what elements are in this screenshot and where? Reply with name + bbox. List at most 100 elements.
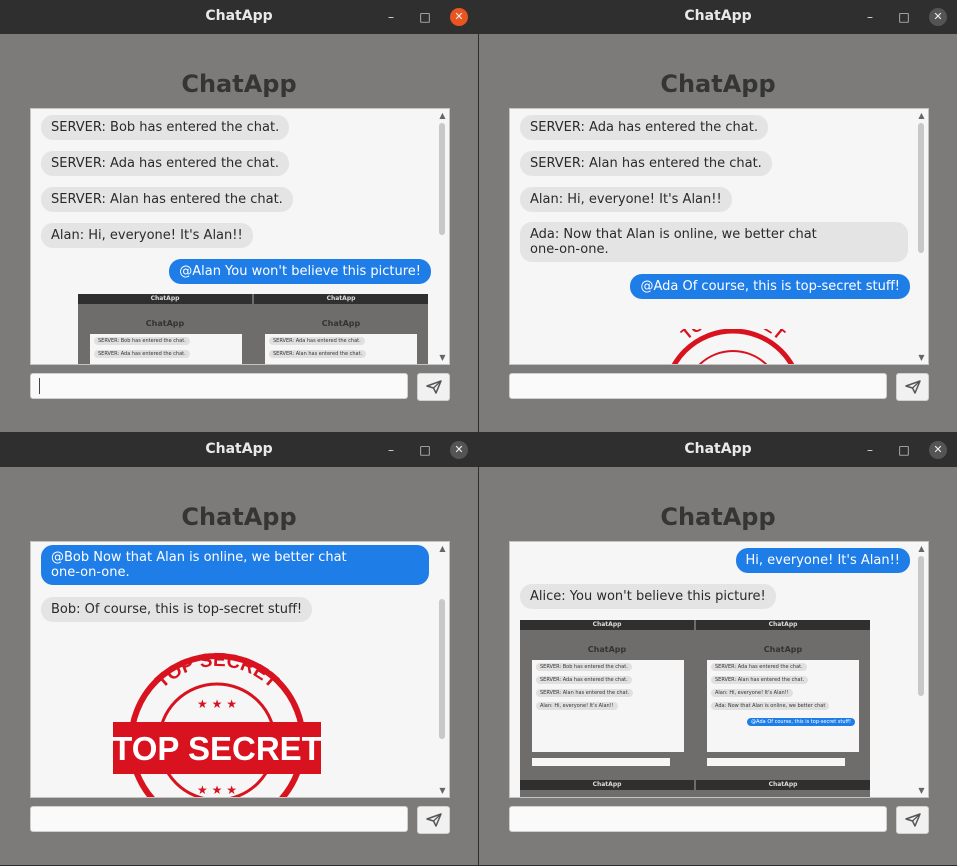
minimize-icon[interactable]: – bbox=[382, 8, 400, 26]
thumb-panel: SERVER: Ada has entered the chat. SERVER… bbox=[707, 660, 859, 752]
close-icon[interactable]: ✕ bbox=[929, 441, 947, 459]
message-bubble: SERVER: Ada has entered the chat. bbox=[520, 115, 768, 140]
thumb-message: SERVER: Bob has entered the chat. bbox=[94, 337, 190, 345]
stamp-banner-text: TOP SECRET bbox=[112, 730, 322, 767]
thumb-input bbox=[532, 758, 670, 766]
title-bar[interactable]: ChatApp – □ ✕ bbox=[479, 0, 957, 34]
chat-window-1: ChatApp – □ ✕ ChatApp SERVER: Bob has en… bbox=[0, 0, 478, 432]
thumb-app-title: ChatApp bbox=[587, 645, 627, 654]
chat-window-3: ChatApp – □ ✕ ChatApp @Bob Now that Alan… bbox=[0, 433, 478, 865]
send-icon bbox=[426, 813, 442, 827]
scroll-up-icon[interactable]: ▲ bbox=[917, 111, 926, 120]
chat-window-4: ChatApp – □ ✕ ChatApp Hi, everyone! It's… bbox=[479, 433, 957, 865]
scrollbar[interactable]: ▲ ▼ bbox=[917, 544, 926, 795]
text-caret bbox=[39, 378, 40, 394]
thumb-title-bar: ChatApp bbox=[254, 294, 428, 304]
chat-window-2: ChatApp – □ ✕ ChatApp SERVER: Ada has en… bbox=[479, 0, 957, 432]
window-title: ChatApp bbox=[205, 441, 273, 457]
scroll-up-icon[interactable]: ▲ bbox=[438, 111, 447, 120]
scroll-down-icon[interactable]: ▼ bbox=[917, 353, 926, 362]
scroll-down-icon[interactable]: ▼ bbox=[438, 786, 447, 795]
thumb-input bbox=[707, 758, 845, 766]
message-input[interactable] bbox=[30, 806, 408, 832]
shared-image[interactable]: ChatApp ChatApp ChatApp ChatApp SERVER: … bbox=[78, 294, 428, 364]
scrollbar[interactable]: ▲ ▼ bbox=[438, 111, 447, 362]
window-title: ChatApp bbox=[684, 8, 752, 24]
send-button[interactable] bbox=[417, 373, 450, 401]
scroll-up-icon[interactable]: ▲ bbox=[438, 544, 447, 553]
scrollbar[interactable]: ▲ ▼ bbox=[438, 544, 447, 795]
scroll-down-icon[interactable]: ▼ bbox=[917, 786, 926, 795]
minimize-icon[interactable]: – bbox=[861, 8, 879, 26]
title-bar[interactable]: ChatApp – □ ✕ bbox=[0, 433, 478, 467]
own-message-bubble: @Alan You won't believe this picture! bbox=[169, 259, 431, 284]
message-list[interactable]: @Bob Now that Alan is online, we better … bbox=[30, 541, 450, 798]
thumb-panel: SERVER: Bob has entered the chat. SERVER… bbox=[90, 334, 242, 364]
scroll-thumb[interactable] bbox=[439, 123, 445, 235]
minimize-icon[interactable]: – bbox=[861, 441, 879, 459]
thumb-app-title: ChatApp bbox=[763, 645, 803, 654]
top-secret-stamp-image[interactable]: TOP SECRET ★ ★ ★ TOP SECRET ★ ★ ★ bbox=[111, 650, 323, 798]
own-message-bubble: @Ada Of course, this is top-secret stuff… bbox=[630, 274, 910, 299]
message-input[interactable] bbox=[30, 373, 408, 399]
svg-text:★ ★ ★: ★ ★ ★ bbox=[197, 697, 237, 711]
maximize-icon[interactable]: □ bbox=[895, 8, 913, 26]
thumb-title-bar: ChatApp bbox=[520, 780, 694, 790]
thumb-message: Alan: Hi, everyone! It's Alan!! bbox=[711, 689, 793, 697]
own-message-bubble: Hi, everyone! It's Alan!! bbox=[735, 548, 910, 573]
svg-text:★ ★ ★: ★ ★ ★ bbox=[197, 783, 237, 797]
thumb-app-title: ChatApp bbox=[145, 319, 185, 328]
stamp-arc-text: TOP SECRET bbox=[152, 650, 282, 693]
scroll-up-icon[interactable]: ▲ bbox=[917, 544, 926, 553]
thumb-message: Ada: Now that Alan is online, we better … bbox=[711, 702, 830, 710]
maximize-icon[interactable]: □ bbox=[895, 441, 913, 459]
thumb-message: SERVER: Ada has entered the chat. bbox=[269, 337, 365, 345]
message-list[interactable]: Hi, everyone! It's Alan!! Alice: You won… bbox=[509, 541, 929, 798]
scroll-down-icon[interactable]: ▼ bbox=[438, 353, 447, 362]
close-icon[interactable]: ✕ bbox=[450, 8, 468, 26]
maximize-icon[interactable]: □ bbox=[416, 441, 434, 459]
send-button[interactable] bbox=[896, 373, 929, 401]
thumb-title-bar: ChatApp bbox=[696, 780, 870, 790]
app-title: ChatApp bbox=[181, 503, 297, 531]
send-button[interactable] bbox=[896, 806, 929, 834]
own-message-bubble: @Bob Now that Alan is online, we better … bbox=[41, 545, 429, 585]
message-bubble: Alice: You won't believe this picture! bbox=[520, 584, 776, 609]
message-bubble: Bob: Of course, this is top-secret stuff… bbox=[41, 597, 313, 622]
app-title: ChatApp bbox=[181, 70, 297, 98]
message-bubble: Ada: Now that Alan is online, we better … bbox=[520, 222, 908, 262]
send-button[interactable] bbox=[417, 806, 450, 834]
thumb-message: SERVER: Ada has entered the chat. bbox=[711, 663, 807, 671]
close-icon[interactable]: ✕ bbox=[929, 8, 947, 26]
message-bubble: SERVER: Ada has entered the chat. bbox=[41, 151, 289, 176]
title-bar[interactable]: ChatApp – □ ✕ bbox=[479, 433, 957, 467]
thumb-title-bar: ChatApp bbox=[696, 620, 870, 630]
send-icon bbox=[905, 813, 921, 827]
thumb-panel: SERVER: Bob has entered the chat. SERVER… bbox=[532, 660, 684, 752]
thumb-panel: SERVER: Ada has entered the chat. SERVER… bbox=[265, 334, 417, 364]
scroll-thumb[interactable] bbox=[918, 556, 924, 696]
message-list[interactable]: SERVER: Bob has entered the chat. SERVER… bbox=[30, 108, 450, 365]
minimize-icon[interactable]: – bbox=[382, 441, 400, 459]
thumb-title-bar: ChatApp bbox=[78, 294, 252, 304]
close-icon[interactable]: ✕ bbox=[450, 441, 468, 459]
message-bubble: SERVER: Alan has entered the chat. bbox=[520, 151, 772, 176]
title-bar[interactable]: ChatApp – □ ✕ bbox=[0, 0, 478, 34]
thumb-message: SERVER: Alan has entered the chat. bbox=[711, 676, 809, 684]
message-bubble: Alan: Hi, everyone! It's Alan!! bbox=[520, 187, 732, 212]
maximize-icon[interactable]: □ bbox=[416, 8, 434, 26]
message-bubble: SERVER: Alan has entered the chat. bbox=[41, 187, 293, 212]
thumb-message: SERVER: Ada has entered the chat. bbox=[536, 676, 632, 684]
shared-image[interactable]: ChatApp ChatApp ChatApp ChatApp SERVER: … bbox=[520, 620, 870, 797]
top-secret-stamp-image[interactable]: TOP SECRET bbox=[658, 329, 808, 365]
thumb-app-title: ChatApp bbox=[321, 319, 361, 328]
message-input[interactable] bbox=[509, 373, 887, 399]
scrollbar[interactable]: ▲ ▼ bbox=[917, 111, 926, 362]
scroll-thumb[interactable] bbox=[439, 599, 445, 739]
scroll-thumb[interactable] bbox=[918, 123, 924, 253]
thumb-message: SERVER: Ada has entered the chat. bbox=[94, 350, 190, 358]
message-list[interactable]: SERVER: Ada has entered the chat. SERVER… bbox=[509, 108, 929, 365]
app-title: ChatApp bbox=[660, 70, 776, 98]
window-title: ChatApp bbox=[205, 8, 273, 24]
message-input[interactable] bbox=[509, 806, 887, 832]
